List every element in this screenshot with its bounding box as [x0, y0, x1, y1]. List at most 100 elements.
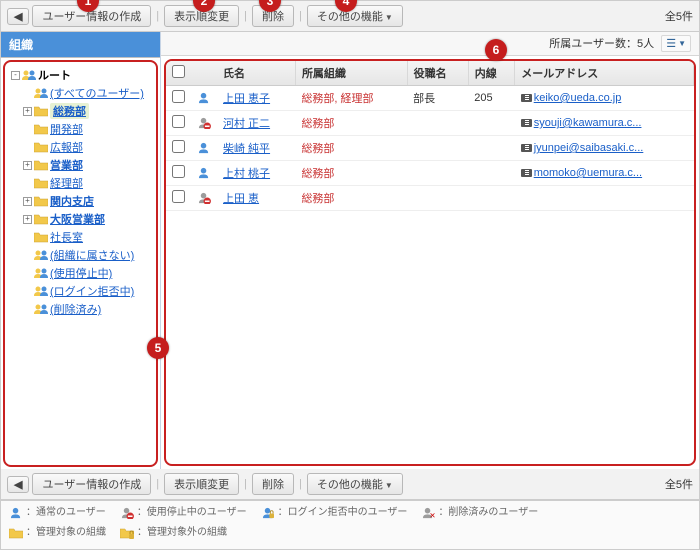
total-count: 全5件 [665, 476, 693, 492]
callout-5: 5 [147, 337, 169, 359]
other-functions-button[interactable]: その他の機能▼ [307, 5, 403, 27]
reorder-button[interactable]: 表示順変更 [164, 473, 239, 495]
create-user-button[interactable]: ユーザー情報の作成 [32, 473, 151, 495]
card-icon [521, 169, 532, 177]
col-icon [191, 61, 217, 86]
back-button[interactable]: ◀ [7, 476, 29, 493]
table-row[interactable]: 上田 恵子総務部, 経理部部長205keiko@ueda.co.jp [166, 86, 694, 111]
tree-node[interactable]: (組織に属さない) [5, 246, 156, 264]
delete-button[interactable]: 削除 [252, 473, 294, 495]
tree-label[interactable]: 関内支店 [50, 193, 94, 209]
tree-node[interactable]: (削除済み) [5, 300, 156, 318]
user-name-link[interactable]: 上田 恵 [223, 193, 259, 205]
tree-node[interactable]: (すべてのユーザー) [5, 84, 156, 102]
col-checkbox[interactable] [166, 61, 191, 86]
tree-node[interactable]: 社長室 [5, 228, 156, 246]
table-row[interactable]: 上村 桃子 総務部 momoko@uemura.c... [166, 161, 694, 186]
chevron-down-icon: ▼ [678, 40, 686, 48]
tree-label[interactable]: 大阪営業部 [50, 211, 105, 227]
row-checkbox[interactable] [172, 190, 185, 203]
tree-node[interactable]: 経理部 [5, 174, 156, 192]
content-area: 所属ユーザー数：5人 ☰ ▼ 氏名 所属組織 役職名 [161, 32, 699, 469]
col-role[interactable]: 役職名 [407, 61, 468, 86]
group-icon [34, 303, 48, 315]
back-button[interactable]: ◀ [7, 8, 29, 25]
expand-toggle[interactable]: + [23, 197, 32, 206]
expand-toggle[interactable]: + [23, 161, 32, 170]
ext-cell [468, 186, 514, 211]
org-text: 総務部, 経理部 [301, 93, 373, 105]
tree-node[interactable]: + 大阪営業部 [5, 210, 156, 228]
legend-item: ：通常のユーザー [9, 505, 106, 521]
legend-item: ：管理対象の組織 [9, 525, 106, 541]
email-link[interactable]: syouji@kawamura.c... [534, 117, 642, 129]
user-icon [197, 142, 211, 154]
group-icon [34, 285, 48, 297]
expand-toggle[interactable]: + [23, 215, 32, 224]
user-name-link[interactable]: 上田 恵子 [223, 93, 270, 105]
tree-label[interactable]: 社長室 [50, 229, 83, 245]
row-checkbox[interactable] [172, 165, 185, 178]
tree-label[interactable]: (ログイン拒否中) [50, 283, 134, 299]
ext-cell: 205 [468, 86, 514, 111]
row-checkbox[interactable] [172, 90, 185, 103]
tree-label[interactable]: 営業部 [50, 157, 83, 173]
user-name-link[interactable]: 柴崎 純平 [223, 143, 270, 155]
check-all[interactable] [172, 65, 185, 78]
bottom-toolbar: ◀ ユーザー情報の作成 | 表示順変更 | 削除 | その他の機能▼ 全5件 [1, 469, 699, 500]
svg-text:✕: ✕ [430, 511, 436, 519]
tree-node[interactable]: 広報部 [5, 138, 156, 156]
tree-label[interactable]: 総務部 [53, 106, 86, 118]
tree-label[interactable]: (使用停止中) [50, 265, 112, 281]
tree-label[interactable]: (組織に属さない) [50, 247, 134, 263]
org-text: 総務部 [301, 193, 334, 205]
user-name-link[interactable]: 上村 桃子 [223, 168, 270, 180]
tree-label[interactable]: (削除済み) [50, 301, 101, 317]
list-menu-button[interactable]: ☰ ▼ [661, 35, 691, 52]
tree-label[interactable]: 経理部 [50, 175, 83, 191]
tree-node[interactable]: + 関内支店 [5, 192, 156, 210]
table-row[interactable]: 柴崎 純平総務部jyunpei@saibasaki.c... [166, 136, 694, 161]
row-checkbox[interactable] [172, 115, 185, 128]
list-icon: ☰ [666, 37, 676, 50]
tree-label[interactable]: (すべてのユーザー) [50, 85, 144, 101]
tree-label[interactable]: ルート [38, 67, 71, 83]
table-row[interactable]: 上田 恵 総務部 [166, 186, 694, 211]
card-icon [521, 144, 532, 152]
tree-label[interactable]: 広報部 [50, 139, 83, 155]
tree-node[interactable]: 開発部 [5, 120, 156, 138]
ext-cell [468, 161, 514, 186]
row-checkbox[interactable] [172, 140, 185, 153]
tree-node[interactable]: (使用停止中) [5, 264, 156, 282]
tree-node[interactable]: + 営業部 [5, 156, 156, 174]
expand-toggle[interactable]: + [23, 107, 32, 116]
user-name-link[interactable]: 河村 正二 [223, 118, 270, 130]
table-row[interactable]: 河村 正二総務部syouji@kawamura.c... [166, 111, 694, 136]
expand-toggle[interactable]: - [11, 71, 20, 80]
legend-item: ：管理対象外の組織 [120, 525, 227, 541]
folder-icon [34, 213, 48, 225]
card-icon [521, 119, 532, 127]
email-link[interactable]: keiko@ueda.co.jp [534, 92, 622, 104]
folder-icon [34, 231, 48, 243]
card-icon [521, 94, 532, 102]
email-link[interactable]: momoko@uemura.c... [534, 167, 642, 179]
col-name[interactable]: 氏名 [217, 61, 295, 86]
sidebar: 組織 -ルート (すべてのユーザー)+総務部 開発部 広報部+営業部 経理部+関… [1, 32, 161, 469]
separator: | [242, 10, 249, 22]
callout-6: 6 [485, 39, 507, 61]
col-email[interactable]: メールアドレス [515, 61, 694, 86]
chevron-down-icon: ▼ [385, 481, 393, 490]
org-text: 総務部 [301, 168, 334, 180]
group-icon [22, 69, 36, 81]
tree-node[interactable]: + 総務部 [5, 102, 156, 120]
tree-node[interactable]: - ルート [5, 66, 156, 84]
tree-node[interactable]: (ログイン拒否中) [5, 282, 156, 300]
folder-icon [34, 177, 48, 189]
email-link[interactable]: jyunpei@saibasaki.c... [534, 142, 644, 154]
col-ext[interactable]: 内線 [468, 61, 514, 86]
col-org[interactable]: 所属組織 [295, 61, 407, 86]
tree-label[interactable]: 開発部 [50, 121, 83, 137]
other-functions-button[interactable]: その他の機能▼ [307, 473, 403, 495]
group-icon [34, 87, 48, 99]
